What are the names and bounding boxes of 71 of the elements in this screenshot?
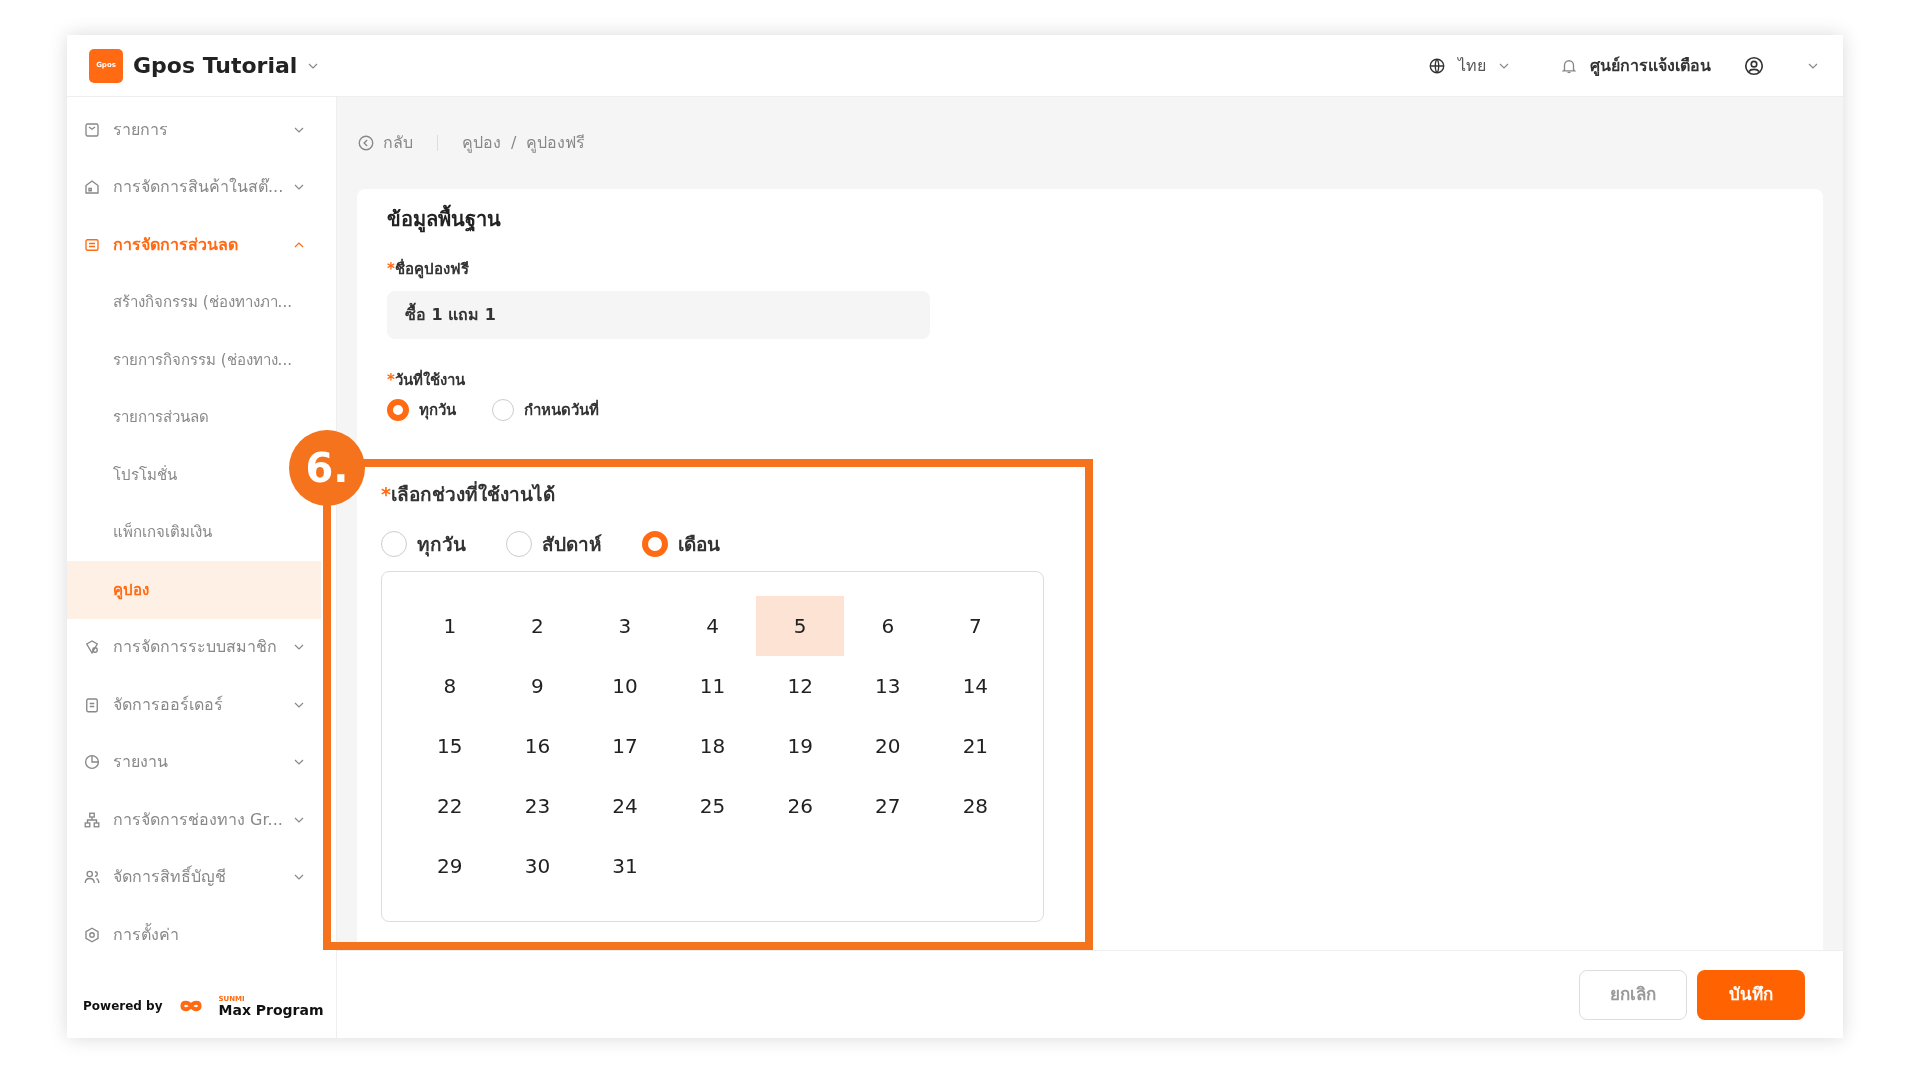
day-cell[interactable]: 8 xyxy=(406,655,494,716)
user-icon[interactable] xyxy=(1743,54,1765,77)
radio-option[interactable]: ทุกวัน xyxy=(381,530,466,559)
day-cell[interactable]: 24 xyxy=(581,775,669,836)
globe-icon[interactable] xyxy=(1428,56,1446,75)
sidebar-subitem[interactable]: สร้างกิจกรรม (ช่องทางภา... xyxy=(67,273,300,331)
day-cell[interactable]: 29 xyxy=(406,835,494,896)
day-cell[interactable]: 16 xyxy=(493,715,582,776)
field-label: *เลือกช่วงที่ใช้งานได้ xyxy=(381,480,556,507)
day-cell[interactable]: 9 xyxy=(493,655,582,716)
hierarchy-icon xyxy=(83,810,101,829)
back-icon xyxy=(357,134,375,152)
sidebar-item[interactable]: รายการ xyxy=(67,101,321,159)
app-title: Gpos Tutorial xyxy=(133,52,298,80)
sidebar-item[interactable]: การจัดการระบบสมาชิก xyxy=(67,618,321,676)
day-cell[interactable]: 4 xyxy=(668,595,757,656)
day-cell[interactable]: 21 xyxy=(931,715,1020,776)
language-selector[interactable]: ไทย xyxy=(1458,53,1486,78)
day-cell[interactable]: 10 xyxy=(581,655,669,716)
day-cell[interactable]: 23 xyxy=(493,775,582,836)
field-label: *วันที่ใช้งาน xyxy=(387,368,466,391)
sidebar-item[interactable]: การจัดการสินค้าในสต๊... xyxy=(67,158,321,216)
sidebar-item[interactable]: การตั้งค่า xyxy=(67,906,321,964)
day-cell[interactable]: 26 xyxy=(756,775,844,836)
clock-icon xyxy=(83,753,101,772)
day-cell[interactable]: 7 xyxy=(931,595,1020,656)
day-cell[interactable]: 5 xyxy=(756,595,844,656)
day-cell[interactable]: 14 xyxy=(931,655,1020,716)
day-cell[interactable]: 3 xyxy=(581,595,669,656)
field-label: *ชื่อคูปองฟรี xyxy=(387,258,470,281)
radio-option[interactable]: ทุกวัน xyxy=(387,399,456,422)
day-cell[interactable]: 25 xyxy=(668,775,757,836)
brand-name: Max Program xyxy=(218,1002,324,1017)
day-cell[interactable]: 17 xyxy=(581,715,669,776)
day-cell[interactable]: 31 xyxy=(581,835,669,896)
day-cell[interactable]: 30 xyxy=(493,835,582,896)
breadcrumb-separator: / xyxy=(511,132,517,154)
notification-center-link[interactable]: ศูนย์การแจ้งเตือน xyxy=(1590,53,1711,78)
radio-option[interactable]: กำหนดวันที่ xyxy=(492,399,599,422)
day-cell[interactable]: 6 xyxy=(843,595,932,656)
day-cell[interactable]: 1 xyxy=(406,595,494,656)
sidebar-item[interactable]: จัดการออร์เดอร์ xyxy=(67,676,321,734)
day-cell[interactable]: 13 xyxy=(843,655,932,716)
radio-option[interactable]: สัปดาห์ xyxy=(506,530,602,559)
day-cell[interactable]: 19 xyxy=(756,715,844,776)
radio-option[interactable]: เดือน xyxy=(642,530,720,559)
box-icon xyxy=(83,120,101,139)
sidebar-item[interactable]: รายงาน xyxy=(67,733,321,791)
day-cell[interactable]: 28 xyxy=(931,775,1020,836)
day-cell[interactable]: 22 xyxy=(406,775,494,836)
sidebar-subitem[interactable]: รายการกิจกรรม (ช่องทาง... xyxy=(67,331,300,389)
day-cell[interactable]: 27 xyxy=(843,775,932,836)
day-cell[interactable]: 15 xyxy=(406,715,494,776)
settings-icon xyxy=(83,925,101,944)
day-cell[interactable]: 11 xyxy=(668,655,757,716)
sidebar-item[interactable]: จัดการสิทธิ์บัญชี xyxy=(67,848,321,906)
text-field[interactable]: ซื้อ 1 แถม 1 xyxy=(387,290,930,339)
day-cell[interactable]: 12 xyxy=(756,655,844,716)
day-cell[interactable]: 18 xyxy=(668,715,757,776)
powered-by-text: Powered by xyxy=(83,998,163,1015)
day-cell[interactable]: 2 xyxy=(493,595,582,656)
store-icon xyxy=(83,178,101,197)
clipboard-icon xyxy=(83,695,101,714)
day-cell[interactable]: 20 xyxy=(843,715,932,776)
sidebar-subitem[interactable]: แพ็กเกจเติมเงิน xyxy=(67,503,220,561)
sidebar-subitem[interactable]: รายการส่วนลด xyxy=(67,388,217,446)
sidebar-subitem[interactable]: โปรโมชั่น xyxy=(67,446,185,504)
sidebar-item[interactable]: การจัดการช่องทาง Gr... xyxy=(67,791,321,849)
breadcrumb-item: คูปองฟรี xyxy=(526,132,586,155)
back-text: กลับ xyxy=(383,132,413,154)
step-callout: 6. xyxy=(289,430,365,506)
